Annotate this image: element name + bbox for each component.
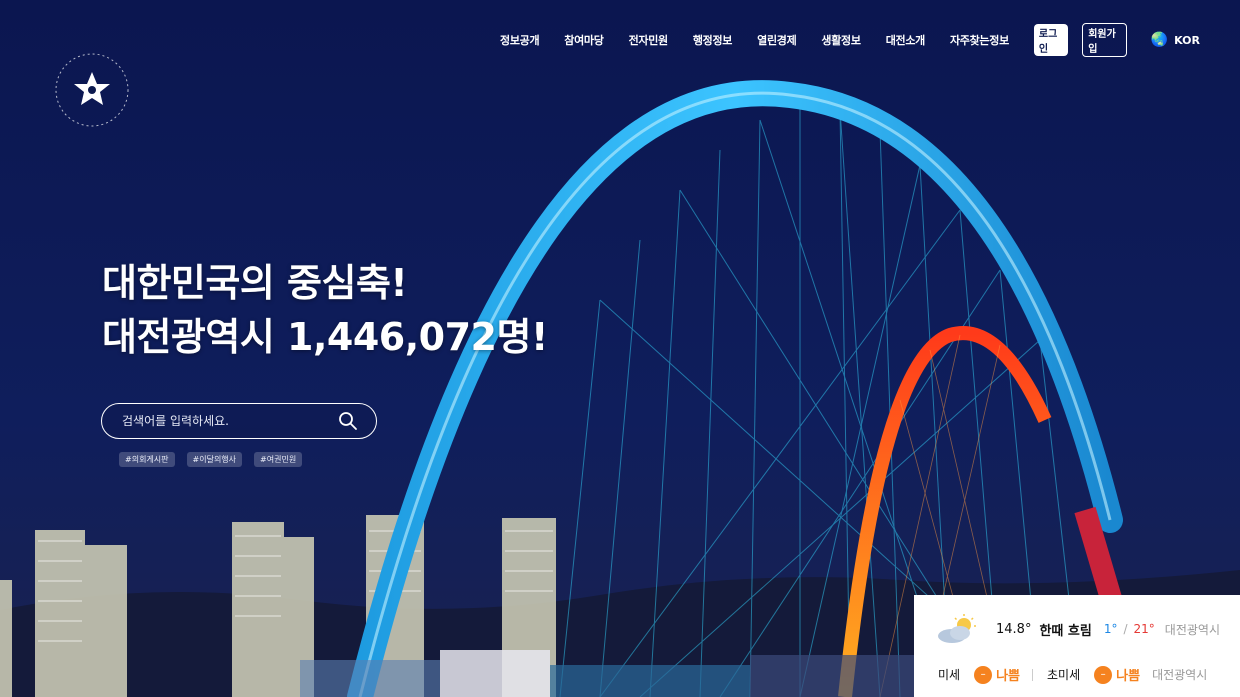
- nav-item-admin-info[interactable]: 행정정보: [693, 32, 733, 48]
- weather-condition: 한때 흐림: [1039, 623, 1092, 639]
- login-button[interactable]: 로그인: [1033, 24, 1069, 56]
- nav-item-info-disclosure[interactable]: 정보공개: [500, 32, 540, 48]
- nav-item-living-info[interactable]: 생활정보: [821, 32, 861, 48]
- logo-emblem-icon: [55, 53, 129, 127]
- pm10-label: 미세: [938, 668, 961, 682]
- pm10-status: 나쁨: [996, 669, 1021, 684]
- nav-item-e-civil[interactable]: 전자민원: [629, 32, 669, 48]
- nav-item-participation[interactable]: 참여마당: [564, 32, 604, 48]
- high-temperature: 21°: [1133, 622, 1155, 636]
- hero-headline: 대한민국의 중심축! 대전광역시 1,446,072명!: [102, 256, 548, 364]
- hashtag-monthly-events[interactable]: #이달의행사: [186, 452, 243, 467]
- divider: [1032, 668, 1034, 681]
- air-quality-region: 대전광역시: [1152, 668, 1208, 682]
- air-quality-row: 미세 – 나쁨 초미세 – 나쁨 대전광역시: [938, 665, 1207, 684]
- search-icon: [339, 412, 357, 430]
- hashtag-council-board[interactable]: #의회게시판: [119, 452, 175, 467]
- search-box: [101, 403, 377, 439]
- weather-region: 대전광역시: [1164, 622, 1220, 637]
- bad-face-icon: –: [1094, 665, 1113, 684]
- search-button[interactable]: [332, 405, 364, 437]
- weather-row: 14.8° 한때 흐림 1° / 21° 대전광역시: [934, 614, 1220, 643]
- hashtag-list: #의회게시판 #이달의행사 #여권민원: [119, 452, 314, 467]
- top-navigation: 정보공개 참여마당 전자민원 행정정보 열린경제 생활정보 대전소개 자주찾는정…: [500, 23, 1200, 57]
- signup-button[interactable]: 회원가입: [1082, 23, 1127, 57]
- pm25-label: 초미세: [1047, 668, 1081, 682]
- nav-item-about-daejeon[interactable]: 대전소개: [886, 32, 926, 48]
- nav-item-frequent-info[interactable]: 자주찾는정보: [950, 32, 1009, 48]
- hero-banner: 정보공개 참여마당 전자민원 행정정보 열린경제 생활정보 대전소개 자주찾는정…: [0, 0, 1240, 697]
- nav-item-open-economy[interactable]: 열린경제: [757, 32, 797, 48]
- current-temperature: 14.8°: [996, 621, 1032, 637]
- bad-face-icon: –: [974, 665, 993, 684]
- weather-widget: 14.8° 한때 흐림 1° / 21° 대전광역시 미세 – 나쁨 초미세 –…: [914, 595, 1240, 697]
- globe-icon: 🌏: [1150, 32, 1169, 48]
- search-input[interactable]: [102, 413, 332, 429]
- language-selector[interactable]: 🌏 KOR: [1151, 32, 1200, 48]
- temp-separator: /: [1123, 622, 1128, 636]
- language-label: KOR: [1174, 33, 1200, 47]
- daejeon-city-logo[interactable]: [42, 40, 142, 140]
- low-temperature: 1°: [1103, 622, 1118, 636]
- headline-line-1: 대한민국의 중심축!: [102, 261, 408, 305]
- pm25-status: 나쁨: [1116, 669, 1141, 684]
- headline-line-2: 대전광역시 1,446,072명!: [102, 315, 548, 359]
- partly-cloudy-icon: [938, 614, 976, 643]
- hashtag-passport[interactable]: #여권민원: [254, 452, 303, 467]
